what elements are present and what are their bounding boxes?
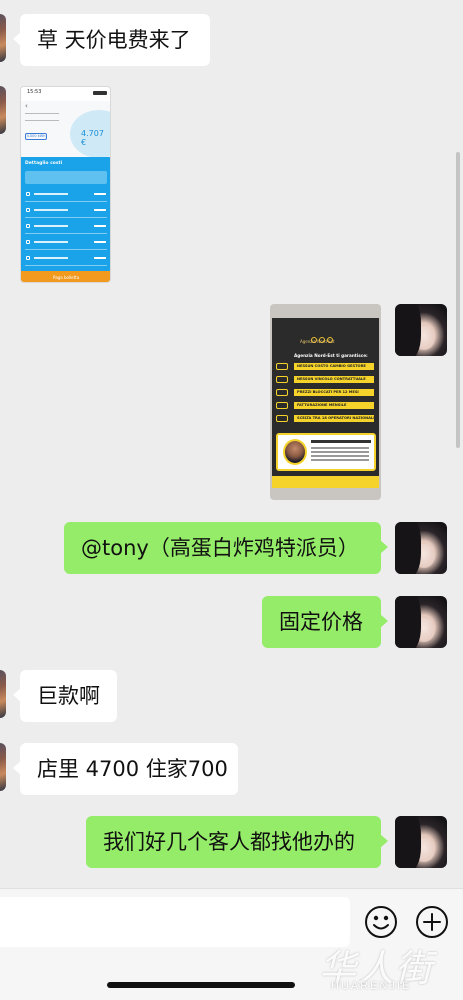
image-message-flyer[interactable]: Agenzia Nord-Est Agenzia Nord-Est ti gar… [270, 304, 381, 500]
self-avatar[interactable] [395, 596, 447, 648]
agent-text-line [311, 451, 369, 453]
scrollbar[interactable] [456, 152, 460, 448]
flyer-footer [272, 476, 379, 488]
home-indicator[interactable] [107, 982, 295, 988]
hand-pointer-icon [276, 402, 288, 409]
message-bubble[interactable]: 草 天价电费来了 [13, 14, 210, 66]
self-avatar[interactable] [395, 522, 447, 574]
message-bubble[interactable]: 店里 4700 住家700 [13, 743, 238, 795]
flyer-bullet: FATTURAZIONE MENSILE [294, 402, 374, 409]
cost-detail-title: Dettaglio costi [25, 161, 63, 166]
cost-row [25, 220, 107, 234]
hand-pointer-icon [276, 376, 288, 383]
flyer-bullet: SCELTA TRA 18 OPERATORI NAZIONALI [294, 415, 374, 422]
cost-row [25, 204, 107, 218]
message-bubble-self[interactable]: @tony（高蛋白炸鸡特派员） [64, 522, 388, 574]
hand-pointer-icon [276, 389, 288, 396]
flyer-logo-icon [311, 328, 341, 343]
flyer-headline: Agenzia Nord-Est ti garantisce: [294, 353, 368, 358]
contact-avatar[interactable] [0, 14, 6, 62]
consumption-pill: 4.000 kWh [25, 133, 47, 140]
info-box [25, 171, 107, 184]
agent-text-line [311, 447, 369, 449]
watermark-text: HUARENJIE [331, 980, 412, 992]
plus-icon[interactable] [415, 905, 449, 939]
hand-pointer-icon [276, 363, 288, 370]
flyer-brand: Agenzia Nord-Est [300, 339, 335, 344]
phone-status-bar: 15:53 [21, 87, 110, 101]
agent-text-line [311, 455, 369, 457]
agent-photo [283, 439, 307, 465]
back-arrow-icon: ‹ [25, 102, 28, 110]
flyer-bullet: NESSUN VINCOLO CONTRATTUALE [294, 376, 374, 383]
contact-avatar[interactable] [0, 670, 6, 718]
hand-pointer-icon [276, 415, 288, 422]
self-avatar[interactable] [395, 304, 447, 356]
message-bubble-self[interactable]: 固定价格 [262, 596, 388, 648]
agent-name-line [311, 440, 371, 443]
pay-button-label: Paga bolletta [53, 275, 80, 280]
phone-time: 15:53 [27, 89, 42, 95]
cost-detail-panel: Dettaglio costi [21, 157, 110, 271]
flyer-sheet: Agenzia Nord-Est Agenzia Nord-Est ti gar… [272, 318, 379, 488]
contact-avatar[interactable] [0, 86, 6, 134]
flyer-bullet: PREZZI BLOCCATI PER 12 MESI [294, 389, 374, 396]
image-message-bill-screenshot[interactable]: 15:53 ‹ 4.707 € 4.000 kWh Dettaglio cost… [20, 86, 111, 283]
battery-icon [93, 91, 107, 95]
chat-area[interactable]: 草 天价电费来了 15:53 ‹ 4.707 € 4.000 kWh Detta… [0, 0, 463, 888]
agent-card [276, 433, 376, 471]
message-bubble[interactable]: 巨款啊 [13, 670, 117, 722]
cost-row [25, 236, 107, 250]
self-avatar[interactable] [395, 816, 447, 868]
bill-header-lines [25, 113, 59, 121]
pay-button: Paga bolletta [21, 271, 110, 282]
message-input[interactable] [0, 897, 350, 947]
cost-row [25, 188, 107, 202]
message-bubble-self[interactable]: 我们好几个客人都找他办的 [86, 816, 388, 868]
contact-avatar[interactable] [0, 743, 6, 791]
bill-amount: 4.707 € [81, 129, 104, 147]
flyer-bullet: NESSUN COSTO CAMBIO GESTORE [294, 363, 374, 370]
emoji-icon[interactable] [364, 905, 398, 939]
agent-text-line [311, 459, 369, 461]
cost-row [25, 252, 107, 266]
